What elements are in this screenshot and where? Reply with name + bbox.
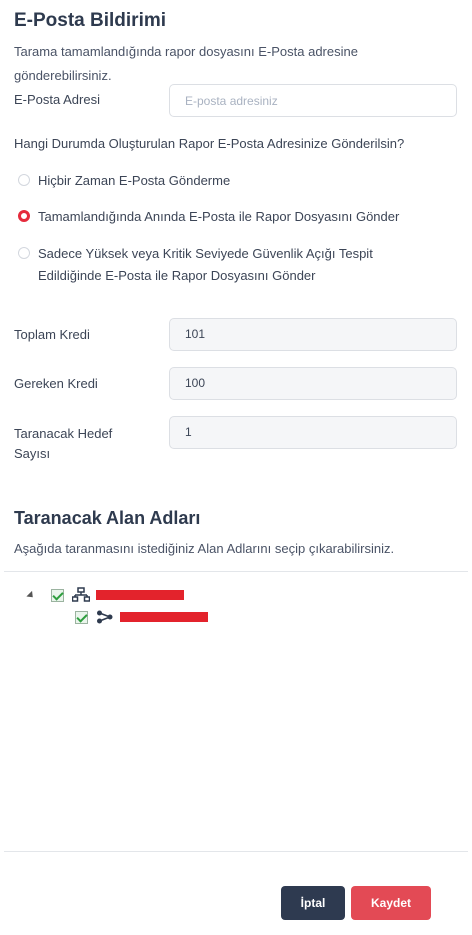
total-credit-label: Toplam Kredi (14, 327, 90, 342)
collapse-arrow-icon[interactable] (26, 590, 36, 600)
share-node-icon (97, 610, 113, 624)
checkbox-checked[interactable] (51, 588, 64, 602)
tree-node-child[interactable] (75, 609, 208, 625)
radio-button[interactable] (18, 174, 30, 186)
domains-description: Aşağıda taranmasını istediğiniz Alan Adl… (14, 541, 395, 556)
scan-settings-panel: E-Posta Bildirimi Tarama tamamlandığında… (0, 0, 472, 935)
redacted-domain-label (96, 590, 184, 600)
radio-option-label: Hiçbir Zaman E-Posta Gönderme (38, 173, 231, 188)
target-count-field: 1 (169, 416, 457, 449)
radio-option-on-complete[interactable]: Tamamlandığında Anında E-Posta ile Rapor… (18, 206, 399, 228)
radio-option-label: Sadece Yüksek veya Kritik Seviyede Güven… (38, 246, 373, 283)
divider (4, 571, 468, 572)
cancel-button[interactable]: İptal (281, 886, 345, 920)
required-credit-label: Gereken Kredi (14, 376, 98, 391)
email-address-label: E-Posta Adresi (14, 92, 100, 107)
report-condition-question: Hangi Durumda Oluşturulan Rapor E-Posta … (14, 136, 405, 151)
network-icon (72, 587, 90, 602)
radio-option-critical-only[interactable]: Sadece Yüksek veya Kritik Seviyede Güven… (18, 243, 438, 287)
save-button[interactable]: Kaydet (351, 886, 431, 920)
email-address-input[interactable] (169, 84, 457, 117)
required-credit-field: 100 (169, 367, 457, 400)
footer-divider (4, 851, 468, 852)
email-notification-title: E-Posta Bildirimi (14, 10, 167, 31)
checkbox-checked[interactable] (75, 610, 88, 624)
radio-button[interactable] (18, 247, 30, 259)
email-notification-description: Tarama tamamlandığında rapor dosyasını E… (14, 44, 358, 83)
target-count-label: Taranacak Hedef Sayısı (14, 426, 113, 461)
tree-node-root[interactable] (26, 587, 184, 603)
radio-option-never[interactable]: Hiçbir Zaman E-Posta Gönderme (18, 170, 230, 192)
redacted-subdomain-label (120, 612, 208, 622)
total-credit-field: 101 (169, 318, 457, 351)
radio-option-label: Tamamlandığında Anında E-Posta ile Rapor… (38, 209, 400, 224)
domains-title: Taranacak Alan Adları (14, 508, 201, 528)
radio-button-selected[interactable] (18, 210, 30, 222)
